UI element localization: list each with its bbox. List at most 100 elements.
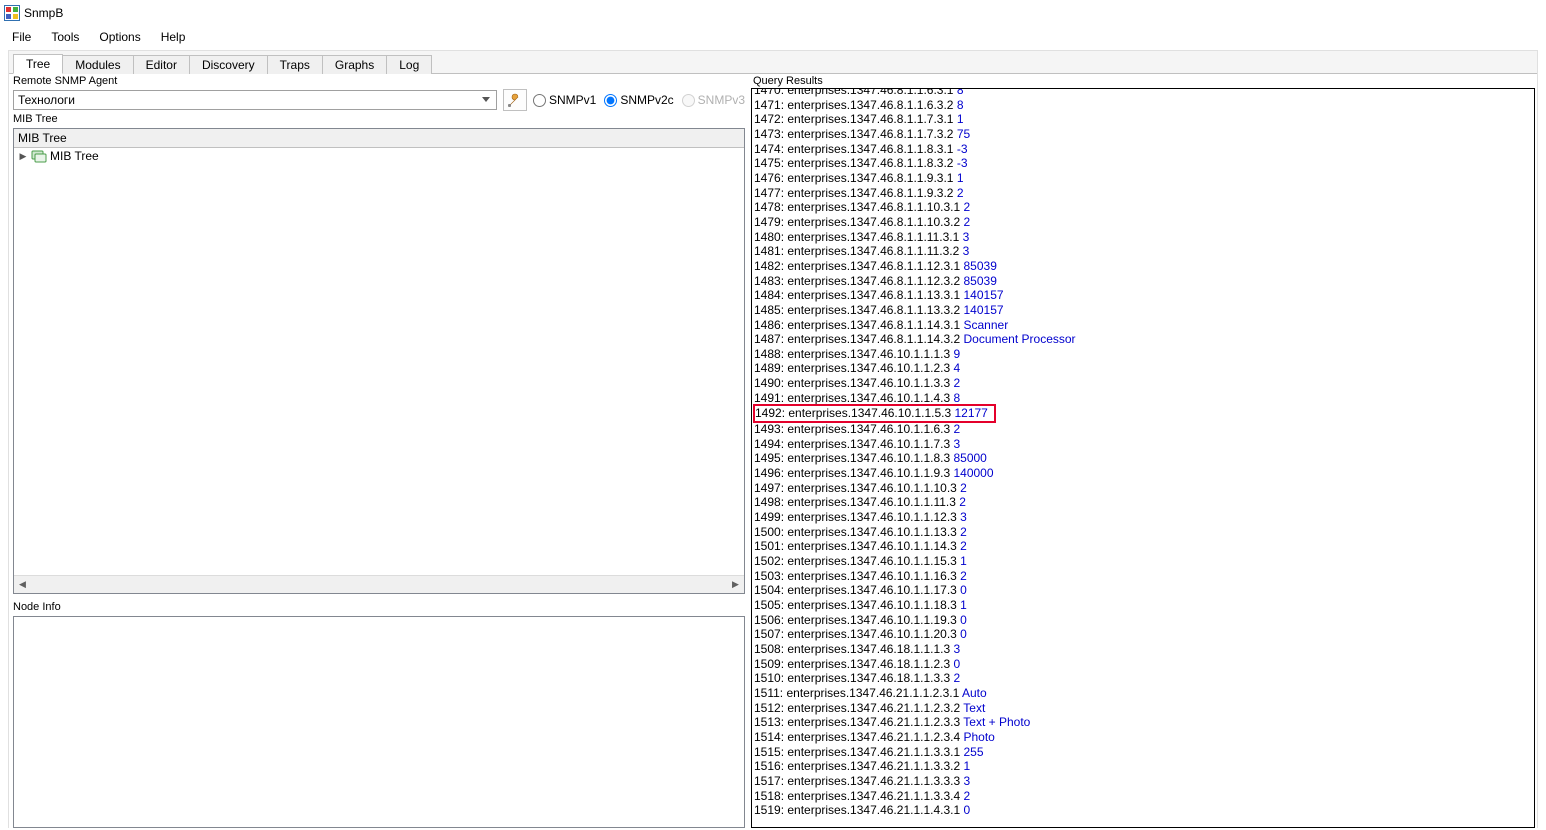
app-icon bbox=[4, 5, 20, 21]
result-value: Auto bbox=[962, 686, 987, 700]
tab-traps[interactable]: Traps bbox=[267, 55, 323, 74]
result-oid: 1492: enterprises.1347.46.10.1.1.5.3 bbox=[755, 406, 954, 420]
result-row[interactable]: 1494: enterprises.1347.46.10.1.1.7.3 3 bbox=[754, 437, 1532, 452]
query-results-panel[interactable]: 1470: enterprises.1347.46.8.1.1.6.3.1 81… bbox=[751, 88, 1535, 828]
result-row[interactable]: 1498: enterprises.1347.46.10.1.1.11.3 2 bbox=[754, 495, 1532, 510]
result-row[interactable]: 1499: enterprises.1347.46.10.1.1.12.3 3 bbox=[754, 510, 1532, 525]
result-row[interactable]: 1488: enterprises.1347.46.10.1.1.1.3 9 bbox=[754, 347, 1532, 362]
tree-expand-icon[interactable]: ▶ bbox=[18, 151, 28, 161]
result-row[interactable]: 1482: enterprises.1347.46.8.1.1.12.3.1 8… bbox=[754, 259, 1532, 274]
horizontal-scrollbar[interactable]: ◀ ▶ bbox=[14, 575, 744, 593]
titlebar: SnmpB bbox=[0, 0, 1546, 26]
agent-settings-button[interactable] bbox=[503, 89, 527, 111]
result-row[interactable]: 1502: enterprises.1347.46.10.1.1.15.3 1 bbox=[754, 554, 1532, 569]
result-row[interactable]: 1471: enterprises.1347.46.8.1.1.6.3.2 8 bbox=[754, 98, 1532, 113]
result-oid: 1504: enterprises.1347.46.10.1.1.17.3 bbox=[754, 583, 960, 597]
result-row[interactable]: 1511: enterprises.1347.46.21.1.1.2.3.1 A… bbox=[754, 686, 1532, 701]
result-row[interactable]: 1516: enterprises.1347.46.21.1.1.3.3.2 1 bbox=[754, 759, 1532, 774]
agent-row: Технологи SNMPv1 bbox=[13, 88, 745, 112]
result-row[interactable]: 1475: enterprises.1347.46.8.1.1.8.3.2 -3 bbox=[754, 156, 1532, 171]
tab-modules[interactable]: Modules bbox=[62, 55, 133, 74]
result-row[interactable]: 1505: enterprises.1347.46.10.1.1.18.3 1 bbox=[754, 598, 1532, 613]
result-row[interactable]: 1517: enterprises.1347.46.21.1.1.3.3.3 3 bbox=[754, 774, 1532, 789]
result-row[interactable]: 1508: enterprises.1347.46.18.1.1.1.3 3 bbox=[754, 642, 1532, 657]
result-row[interactable]: 1476: enterprises.1347.46.8.1.1.9.3.1 1 bbox=[754, 171, 1532, 186]
result-row[interactable]: 1519: enterprises.1347.46.21.1.1.4.3.1 0 bbox=[754, 803, 1532, 818]
result-row[interactable]: 1479: enterprises.1347.46.8.1.1.10.3.2 2 bbox=[754, 215, 1532, 230]
result-row[interactable]: 1504: enterprises.1347.46.10.1.1.17.3 0 bbox=[754, 583, 1532, 598]
result-row[interactable]: 1473: enterprises.1347.46.8.1.1.7.3.2 75 bbox=[754, 127, 1532, 142]
result-oid: 1517: enterprises.1347.46.21.1.1.3.3.3 bbox=[754, 774, 964, 788]
result-row[interactable]: 1513: enterprises.1347.46.21.1.1.2.3.3 T… bbox=[754, 715, 1532, 730]
agent-combo[interactable]: Технологи bbox=[13, 90, 497, 110]
result-row[interactable]: 1496: enterprises.1347.46.10.1.1.9.3 140… bbox=[754, 466, 1532, 481]
result-value: Text bbox=[963, 701, 985, 715]
tab-tree[interactable]: Tree bbox=[13, 54, 63, 74]
menu-tools[interactable]: Tools bbox=[41, 28, 89, 46]
result-row[interactable]: 1489: enterprises.1347.46.10.1.1.2.3 4 bbox=[754, 361, 1532, 376]
result-value: -3 bbox=[957, 156, 968, 170]
result-row[interactable]: 1509: enterprises.1347.46.18.1.1.2.3 0 bbox=[754, 657, 1532, 672]
result-value: 0 bbox=[960, 627, 967, 641]
scroll-left-icon[interactable]: ◀ bbox=[14, 576, 31, 593]
result-row[interactable]: 1474: enterprises.1347.46.8.1.1.8.3.1 -3 bbox=[754, 142, 1532, 157]
result-row[interactable]: 1497: enterprises.1347.46.10.1.1.10.3 2 bbox=[754, 481, 1532, 496]
result-row[interactable]: 1485: enterprises.1347.46.8.1.1.13.3.2 1… bbox=[754, 303, 1532, 318]
mib-tree-panel: MIB Tree ▶ MIB Tree ◀ ▶ bbox=[13, 128, 745, 594]
radio-snmpv1[interactable]: SNMPv1 bbox=[533, 93, 596, 107]
menu-file[interactable]: File bbox=[2, 28, 41, 46]
result-value: 75 bbox=[957, 127, 970, 141]
tab-editor[interactable]: Editor bbox=[133, 55, 190, 74]
result-row[interactable]: 1503: enterprises.1347.46.10.1.1.16.3 2 bbox=[754, 569, 1532, 584]
tab-log[interactable]: Log bbox=[386, 55, 432, 74]
result-value: 140157 bbox=[964, 303, 1004, 317]
main-frame: Tree Modules Editor Discovery Traps Grap… bbox=[8, 50, 1538, 828]
result-oid: 1487: enterprises.1347.46.8.1.1.14.3.2 bbox=[754, 332, 964, 346]
tab-graphs[interactable]: Graphs bbox=[322, 55, 387, 74]
result-row[interactable]: 1480: enterprises.1347.46.8.1.1.11.3.1 3 bbox=[754, 230, 1532, 245]
result-row[interactable]: 1483: enterprises.1347.46.8.1.1.12.3.2 8… bbox=[754, 274, 1532, 289]
result-row[interactable]: 1472: enterprises.1347.46.8.1.1.7.3.1 1 bbox=[754, 112, 1532, 127]
tree-root-node[interactable]: ▶ MIB Tree bbox=[14, 148, 744, 164]
result-oid: 1506: enterprises.1347.46.10.1.1.19.3 bbox=[754, 613, 960, 627]
tab-discovery[interactable]: Discovery bbox=[189, 55, 268, 74]
result-row[interactable]: 1495: enterprises.1347.46.10.1.1.8.3 850… bbox=[754, 451, 1532, 466]
result-value: -3 bbox=[957, 142, 968, 156]
result-oid: 1478: enterprises.1347.46.8.1.1.10.3.1 bbox=[754, 200, 964, 214]
result-row[interactable]: 1486: enterprises.1347.46.8.1.1.14.3.1 S… bbox=[754, 318, 1532, 333]
result-row[interactable]: 1484: enterprises.1347.46.8.1.1.13.3.1 1… bbox=[754, 288, 1532, 303]
radio-snmpv2c[interactable]: SNMPv2c bbox=[604, 93, 673, 107]
result-row[interactable]: 1487: enterprises.1347.46.8.1.1.14.3.2 D… bbox=[754, 332, 1532, 347]
right-column: Query Results 1470: enterprises.1347.46.… bbox=[749, 74, 1537, 828]
result-row[interactable]: 1470: enterprises.1347.46.8.1.1.6.3.1 8 bbox=[754, 88, 1532, 98]
result-row[interactable]: 1477: enterprises.1347.46.8.1.1.9.3.2 2 bbox=[754, 186, 1532, 201]
result-row[interactable]: 1493: enterprises.1347.46.10.1.1.6.3 2 bbox=[754, 422, 1532, 437]
result-value: 140000 bbox=[953, 466, 993, 480]
result-row[interactable]: 1507: enterprises.1347.46.10.1.1.20.3 0 bbox=[754, 627, 1532, 642]
result-value: 3 bbox=[953, 437, 960, 451]
menu-options[interactable]: Options bbox=[89, 28, 150, 46]
result-row[interactable]: 1501: enterprises.1347.46.10.1.1.14.3 2 bbox=[754, 539, 1532, 554]
result-value: 2 bbox=[953, 671, 960, 685]
tree-column-header[interactable]: MIB Tree bbox=[14, 129, 744, 148]
result-row[interactable]: 1490: enterprises.1347.46.10.1.1.3.3 2 bbox=[754, 376, 1532, 391]
result-row[interactable]: 1478: enterprises.1347.46.8.1.1.10.3.1 2 bbox=[754, 200, 1532, 215]
result-value: 8 bbox=[957, 98, 964, 112]
result-row[interactable]: 1510: enterprises.1347.46.18.1.1.3.3 2 bbox=[754, 671, 1532, 686]
result-row[interactable]: 1491: enterprises.1347.46.10.1.1.4.3 8 bbox=[754, 391, 1532, 406]
result-row[interactable]: 1492: enterprises.1347.46.10.1.1.5.3 121… bbox=[754, 405, 1532, 422]
result-row[interactable]: 1512: enterprises.1347.46.21.1.1.2.3.2 T… bbox=[754, 701, 1532, 716]
menu-help[interactable]: Help bbox=[151, 28, 196, 46]
result-row[interactable]: 1481: enterprises.1347.46.8.1.1.11.3.2 3 bbox=[754, 244, 1532, 259]
result-row[interactable]: 1518: enterprises.1347.46.21.1.1.3.3.4 2 bbox=[754, 789, 1532, 804]
query-results-label: Query Results bbox=[751, 74, 1535, 88]
result-value: 2 bbox=[964, 789, 971, 803]
result-row[interactable]: 1515: enterprises.1347.46.21.1.1.3.3.1 2… bbox=[754, 745, 1532, 760]
result-value: 12177 bbox=[954, 406, 987, 420]
result-value: 2 bbox=[957, 186, 964, 200]
scroll-right-icon[interactable]: ▶ bbox=[727, 576, 744, 593]
result-row[interactable]: 1506: enterprises.1347.46.10.1.1.19.3 0 bbox=[754, 613, 1532, 628]
result-row[interactable]: 1514: enterprises.1347.46.21.1.1.2.3.4 P… bbox=[754, 730, 1532, 745]
result-oid: 1480: enterprises.1347.46.8.1.1.11.3.1 bbox=[754, 230, 963, 244]
result-row[interactable]: 1500: enterprises.1347.46.10.1.1.13.3 2 bbox=[754, 525, 1532, 540]
